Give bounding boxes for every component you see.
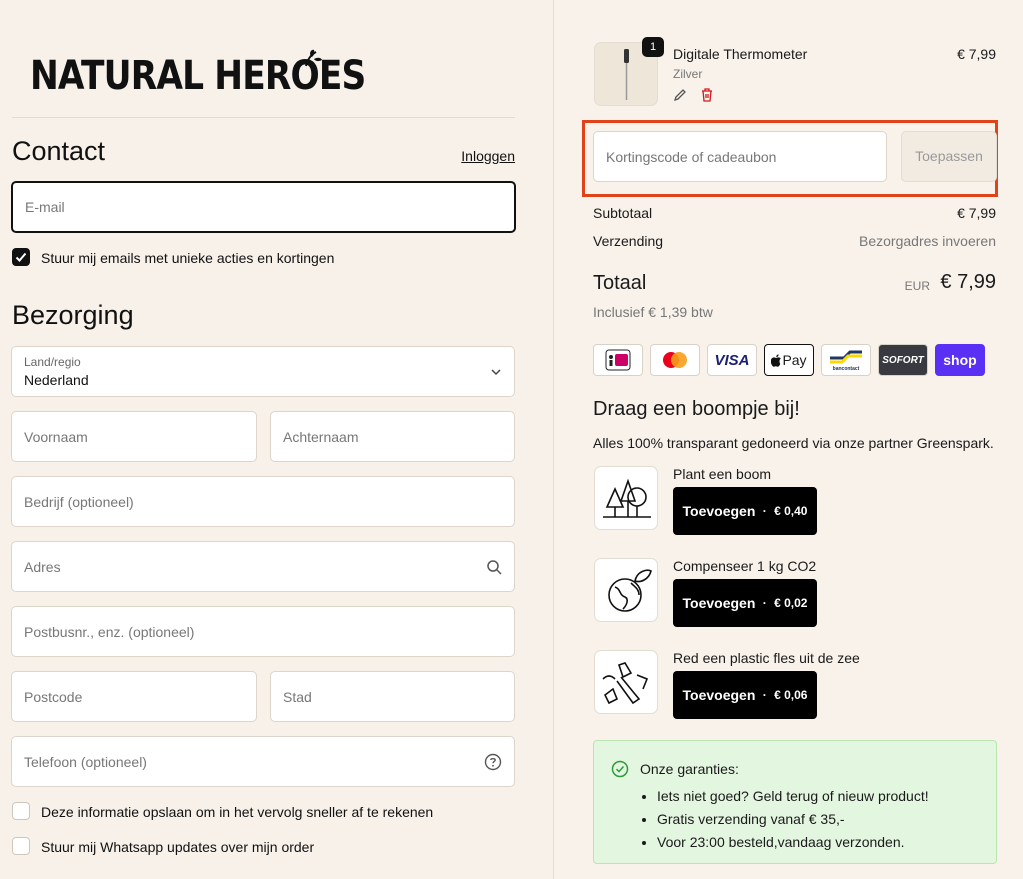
- trees-icon: [594, 466, 658, 530]
- phone-placeholder: Telefoon (optioneel): [24, 753, 147, 770]
- list-item: Gratis verzending vanaf € 35,-: [657, 808, 929, 831]
- add-button-label: Toevoegen: [682, 503, 756, 519]
- mastercard-icon: [650, 344, 700, 376]
- shop-pay-icon: shop: [935, 344, 985, 376]
- country-select[interactable]: Land/regio Nederland: [11, 346, 515, 397]
- first-name-field[interactable]: Voornaam: [11, 411, 257, 462]
- first-name-placeholder: Voornaam: [24, 428, 88, 445]
- add-bottle-button[interactable]: Toevoegen · € 0,06: [673, 671, 817, 719]
- trash-icon[interactable]: [700, 87, 714, 102]
- add-button-label: Toevoegen: [682, 687, 756, 703]
- address2-placeholder: Postbusnr., enz. (optioneel): [24, 623, 195, 640]
- header-divider: [12, 117, 515, 118]
- total-value: € 7,99: [940, 271, 996, 293]
- ideal-icon: [593, 344, 643, 376]
- checkout-form-column: NATURAL HEROES Contact Inloggen E-mail S…: [0, 0, 553, 879]
- donate-item-title: Compenseer 1 kg CO2: [673, 558, 817, 574]
- donate-title: Draag een boompje bij!: [593, 398, 800, 420]
- whatsapp-checkbox[interactable]: [12, 837, 30, 855]
- whatsapp-label: Stuur mij Whatsapp updates over mijn ord…: [41, 839, 315, 855]
- subtotal-label: Subtotaal: [593, 205, 653, 221]
- postcode-placeholder: Postcode: [24, 688, 83, 705]
- address-placeholder: Adres: [24, 558, 61, 575]
- chevron-down-icon: [491, 368, 501, 375]
- tax-note: Inclusief € 1,39 btw: [593, 304, 713, 320]
- delivery-title: Bezorging: [12, 300, 134, 330]
- donate-amount: € 0,02: [774, 596, 808, 610]
- donate-amount: € 0,06: [774, 688, 808, 702]
- currency-code: EUR: [904, 279, 930, 293]
- login-link[interactable]: Inloggen: [461, 148, 515, 164]
- save-info-checkbox[interactable]: [12, 802, 30, 820]
- bancontact-icon: bancontact: [821, 344, 871, 376]
- postcode-field[interactable]: Postcode: [11, 671, 257, 722]
- svg-text:bancontact: bancontact: [833, 366, 860, 372]
- subtotal-value: € 7,99: [957, 205, 996, 221]
- product-variant: Zilver: [673, 67, 703, 81]
- add-tree-button[interactable]: Toevoegen · € 0,40: [673, 487, 817, 535]
- email-placeholder: E-mail: [25, 199, 65, 215]
- last-name-field[interactable]: Achternaam: [270, 411, 515, 462]
- apple-pay-icon: Pay: [764, 344, 814, 376]
- save-info-label: Deze informatie opslaan om in het vervol…: [41, 804, 434, 820]
- city-placeholder: Stad: [283, 688, 312, 705]
- search-icon[interactable]: [486, 559, 502, 575]
- plastic-bottle-icon: [594, 650, 658, 714]
- country-label: Land/regio: [24, 355, 81, 369]
- donate-subtitle: Alles 100% transparant gedoneerd via onz…: [593, 435, 994, 451]
- leaf-icon: [305, 49, 322, 67]
- shipping-label: Verzending: [593, 233, 664, 249]
- company-field[interactable]: Bedrijf (optioneel): [11, 476, 515, 527]
- product-price: € 7,99: [957, 46, 996, 62]
- sofort-icon: SOFORT: [878, 344, 928, 376]
- guarantees-box: Onze garanties: Iets niet goed? Geld ter…: [593, 740, 997, 864]
- checkmark-icon: [15, 252, 27, 262]
- phone-field[interactable]: Telefoon (optioneel): [11, 736, 515, 787]
- city-field[interactable]: Stad: [270, 671, 515, 722]
- contact-title: Contact: [12, 136, 106, 166]
- donate-item-title: Red een plastic fles uit de zee: [673, 650, 860, 666]
- apply-discount-button[interactable]: Toepassen: [901, 131, 997, 182]
- quantity-badge: 1: [642, 37, 664, 57]
- shipping-value: Bezorgadres invoeren: [859, 233, 996, 249]
- discount-code-input[interactable]: Kortingscode of cadeaubon: [593, 131, 887, 182]
- add-button-label: Toevoegen: [682, 595, 756, 611]
- newsletter-label: Stuur mij emails met unieke acties en ko…: [41, 250, 335, 266]
- product-name: Digitale Thermometer: [673, 46, 808, 62]
- discount-placeholder: Kortingscode of cadeaubon: [606, 149, 777, 165]
- total-label: Totaal: [593, 272, 647, 294]
- address2-field[interactable]: Postbusnr., enz. (optioneel): [11, 606, 515, 657]
- brand-logo[interactable]: NATURAL HEROES: [30, 48, 420, 104]
- guarantees-list: Iets niet goed? Geld terug of nieuw prod…: [657, 785, 929, 854]
- check-circle-icon: [611, 760, 629, 778]
- last-name-placeholder: Achternaam: [283, 428, 359, 445]
- email-field[interactable]: E-mail: [11, 181, 516, 233]
- guarantees-title: Onze garanties:: [640, 761, 739, 777]
- visa-icon: VISA: [707, 344, 757, 376]
- add-co2-button[interactable]: Toevoegen · € 0,02: [673, 579, 817, 627]
- edit-icon[interactable]: [673, 88, 687, 102]
- globe-leaf-icon: [594, 558, 658, 622]
- donate-amount: € 0,40: [774, 504, 808, 518]
- newsletter-checkbox[interactable]: [12, 248, 30, 266]
- order-summary-column: 1 Digitale Thermometer Zilver € 7,99 Kor…: [553, 0, 1023, 879]
- help-icon[interactable]: [484, 753, 502, 771]
- list-item: Iets niet goed? Geld terug of nieuw prod…: [657, 785, 929, 808]
- donate-item-title: Plant een boom: [673, 466, 772, 482]
- address-field[interactable]: Adres: [11, 541, 515, 592]
- country-value: Nederland: [24, 372, 89, 388]
- company-placeholder: Bedrijf (optioneel): [24, 493, 134, 510]
- list-item: Voor 23:00 besteld,vandaag verzonden.: [657, 831, 929, 854]
